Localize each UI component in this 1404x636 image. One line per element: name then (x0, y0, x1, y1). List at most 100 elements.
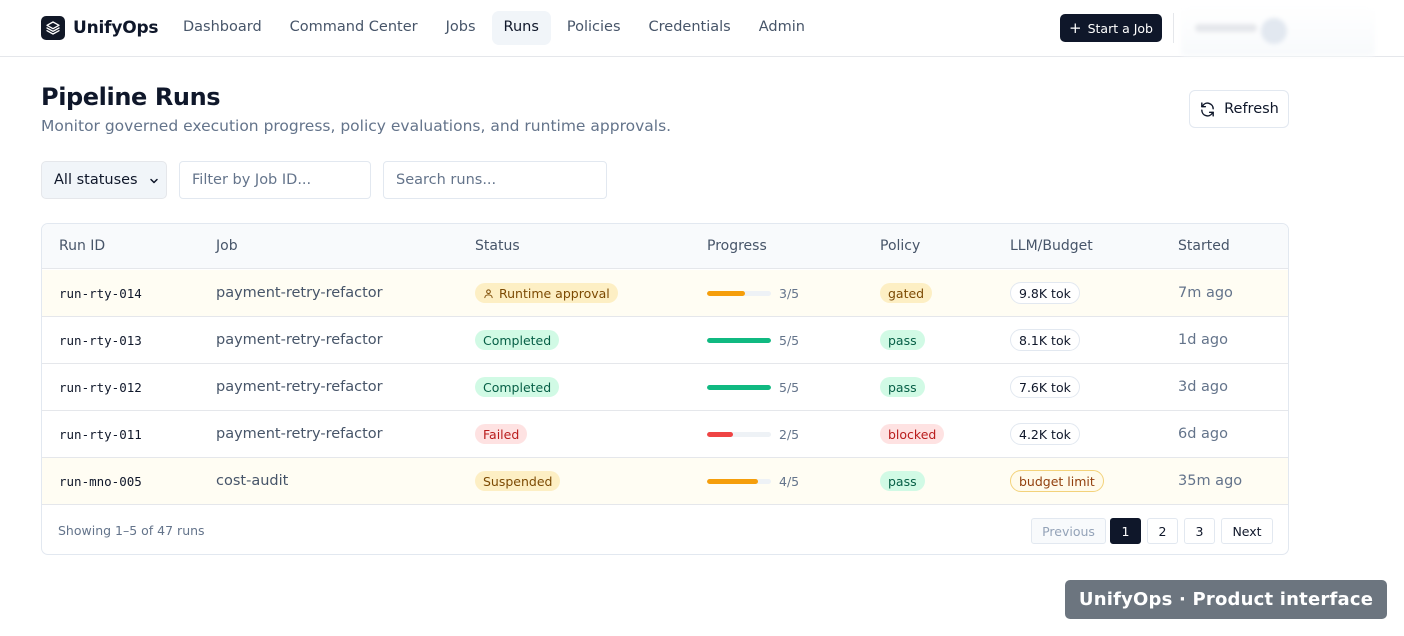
job-name[interactable]: cost-audit (216, 458, 288, 504)
page-3-button[interactable]: 3 (1184, 518, 1215, 544)
brand[interactable]: UnifyOps (41, 16, 159, 40)
page-1-button[interactable]: 1 (1110, 518, 1141, 544)
nav-command-center[interactable]: Command Center (278, 11, 430, 45)
status-badge: Completed (475, 330, 560, 350)
user-menu[interactable] (1181, 6, 1375, 56)
run-id[interactable]: run-rty-011 (59, 411, 142, 457)
table-header: Run ID Job Status Progress Policy LLM/Bu… (42, 224, 1288, 269)
nav-runs[interactable]: Runs (491, 11, 551, 45)
budget-badge: 4.2K tok (1010, 423, 1080, 445)
status-cell: Runtime approval (475, 270, 618, 316)
started-time: 1d ago (1178, 332, 1228, 348)
col-run-id[interactable]: Run ID (59, 238, 105, 254)
main-nav: Dashboard Command Center Jobs Runs Polic… (171, 11, 821, 45)
progress-bar (707, 337, 771, 343)
job-id-filter-input[interactable] (179, 161, 371, 199)
nav-policies[interactable]: Policies (555, 11, 633, 45)
progress-fill (707, 337, 771, 343)
budget-cell: 4.2K tok (1010, 411, 1080, 457)
policy-badge: gated (880, 283, 933, 303)
nav-credentials[interactable]: Credentials (637, 11, 743, 45)
policy-cell: pass (880, 458, 925, 504)
page-2-button[interactable]: 2 (1147, 518, 1178, 544)
status-badge: Runtime approval (475, 283, 618, 303)
run-id[interactable]: run-rty-013 (59, 317, 142, 363)
nav-jobs[interactable]: Jobs (434, 11, 488, 45)
progress-cell: 4/5 (707, 458, 799, 504)
progress-bar (707, 384, 771, 390)
progress-fill (707, 384, 771, 390)
nav-admin[interactable]: Admin (747, 11, 817, 45)
budget-cell: budget limit (1010, 458, 1104, 504)
policy-cell: gated (880, 270, 933, 316)
budget-cell: 9.8K tok (1010, 270, 1080, 316)
col-status[interactable]: Status (475, 238, 520, 254)
job-name[interactable]: payment-retry-refactor (216, 270, 383, 316)
col-job[interactable]: Job (216, 238, 238, 254)
job-name[interactable]: payment-retry-refactor (216, 317, 383, 363)
status-text: Suspended (483, 473, 553, 489)
policy-cell: pass (880, 317, 925, 363)
status-badge: Suspended (475, 471, 561, 491)
progress-text: 2/5 (779, 426, 800, 442)
budget-badge: 8.1K tok (1010, 329, 1080, 351)
policy-cell: pass (880, 364, 925, 410)
brand-name: UnifyOps (73, 18, 159, 38)
status-text: Failed (483, 426, 520, 442)
status-badge: Completed (475, 377, 560, 397)
budget-badge: 9.8K tok (1010, 282, 1080, 304)
run-id[interactable]: run-rty-014 (59, 270, 142, 316)
table-row[interactable]: run-rty-013 payment-retry-refactor Complet… (42, 317, 1288, 364)
refresh-button[interactable]: Refresh (1189, 90, 1289, 128)
status-cell: Failed (475, 411, 528, 457)
policy-badge: pass (880, 377, 925, 397)
nav-dashboard[interactable]: Dashboard (171, 11, 274, 45)
progress-text: 5/5 (779, 379, 800, 395)
run-id[interactable]: run-rty-012 (59, 364, 142, 410)
table-row[interactable]: run-rty-011 payment-retry-refactor Failed 2… (42, 411, 1288, 458)
progress-cell: 3/5 (707, 270, 799, 316)
search-runs-input[interactable] (383, 161, 607, 199)
refresh-icon (1201, 101, 1214, 117)
table-row[interactable]: run-rty-014 payment-retry-refactor Runtime… (42, 270, 1288, 317)
status-cell: Suspended (475, 458, 561, 504)
run-id[interactable]: run-mno-005 (59, 458, 142, 504)
col-llm-budget[interactable]: LLM/Budget (1010, 238, 1093, 254)
progress-bar (707, 478, 771, 484)
budget-cell: 8.1K tok (1010, 317, 1080, 363)
progress-bar (707, 290, 771, 296)
progress-text: 5/5 (779, 332, 800, 348)
started-time: 7m ago (1178, 285, 1233, 301)
policy-cell: blocked (880, 411, 945, 457)
showing-count: Showing 1–5 of 47 runs (58, 523, 205, 538)
status-badge: Failed (475, 424, 528, 444)
runs-table: Run ID Job Status Progress Policy LLM/Bu… (41, 223, 1289, 555)
next-page-button[interactable]: Next (1221, 518, 1273, 544)
plus-icon: + (1069, 19, 1082, 37)
start-job-button[interactable]: + Start a Job (1060, 14, 1162, 42)
col-policy[interactable]: Policy (880, 238, 920, 254)
avatar (1261, 18, 1287, 44)
budget-badge: budget limit (1010, 470, 1104, 492)
policy-badge: pass (880, 330, 925, 350)
job-name[interactable]: payment-retry-refactor (216, 364, 383, 410)
col-started[interactable]: Started (1178, 238, 1230, 254)
budget-badge: 7.6K tok (1010, 376, 1080, 398)
budget-cell: 7.6K tok (1010, 364, 1080, 410)
status-filter-select[interactable]: All statuses (41, 161, 167, 199)
status-filter-value: All statuses (54, 172, 138, 188)
refresh-label: Refresh (1224, 101, 1279, 117)
col-progress[interactable]: Progress (707, 238, 767, 254)
table-row[interactable]: run-rty-012 payment-retry-refactor Complet… (42, 364, 1288, 411)
job-name[interactable]: payment-retry-refactor (216, 411, 383, 457)
status-text: Completed (483, 332, 552, 348)
progress-cell: 2/5 (707, 411, 799, 457)
user-name-placeholder (1195, 24, 1257, 32)
table-row[interactable]: run-mno-005 cost-audit Suspended 4/5 pass bud… (42, 458, 1288, 505)
status-cell: Completed (475, 364, 560, 410)
progress-fill (707, 290, 746, 296)
progress-bar (707, 431, 771, 437)
status-text: Runtime approval (499, 285, 610, 301)
started-time: 35m ago (1178, 473, 1243, 489)
previous-page-button[interactable]: Previous (1031, 518, 1106, 544)
